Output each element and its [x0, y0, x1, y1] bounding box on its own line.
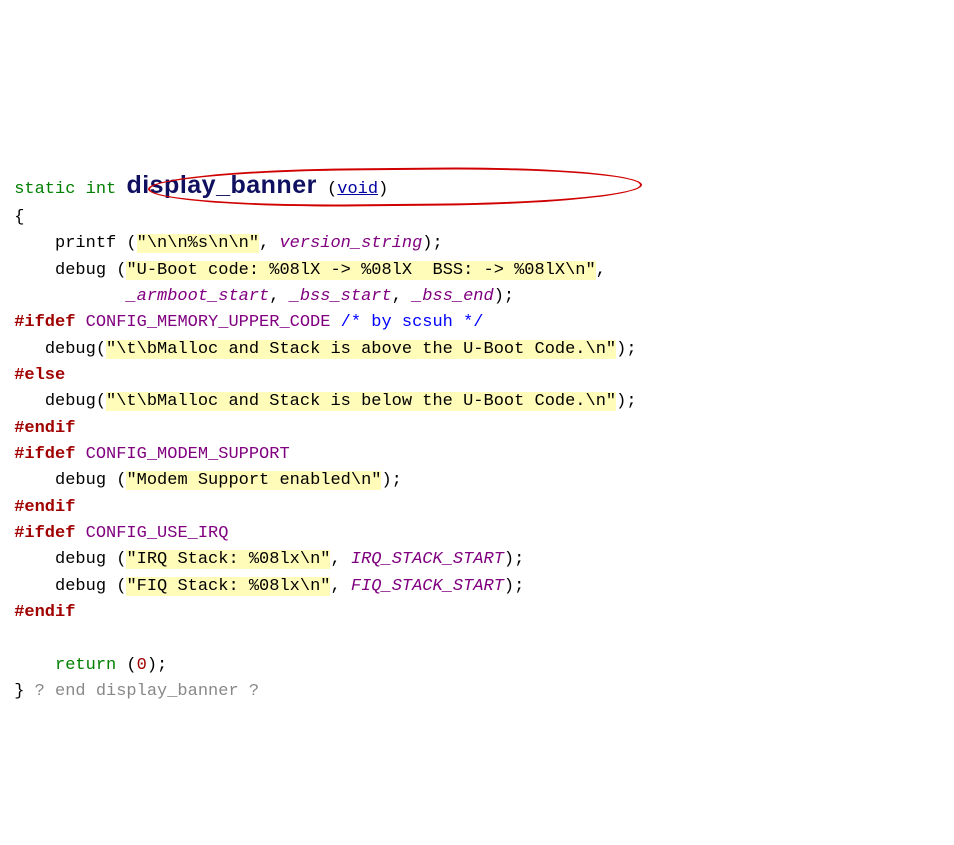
- code-line-1: static int display_banner (void): [4, 180, 388, 199]
- preprocessor-else: #else: [14, 366, 65, 385]
- code-line-5: _armboot_start, _bss_start, _bss_end);: [4, 287, 514, 306]
- brace-open: {: [14, 208, 24, 227]
- code-line-14: #ifdef CONFIG_USE_IRQ: [4, 524, 228, 543]
- string-literal: "Modem Support enabled\n": [126, 471, 381, 490]
- call-debug: debug: [45, 340, 96, 359]
- code-line-4: debug ("U-Boot code: %08lX -> %08lX BSS:…: [4, 261, 606, 280]
- identifier-bss-start: _bss_start: [290, 287, 392, 306]
- call-printf: printf: [55, 234, 116, 253]
- code-line-17: #endif: [4, 603, 75, 622]
- identifier-fiq-stack: FIQ_STACK_START: [351, 577, 504, 596]
- string-literal: "IRQ Stack: %08lx\n": [126, 550, 330, 569]
- call-debug: debug: [45, 392, 96, 411]
- macro-config-irq: CONFIG_USE_IRQ: [86, 524, 229, 543]
- preprocessor-endif: #endif: [14, 498, 75, 517]
- call-debug: debug: [55, 577, 106, 596]
- preprocessor-ifdef: #ifdef: [14, 445, 75, 464]
- string-literal: "U-Boot code: %08lX -> %08lX BSS: -> %08…: [126, 261, 595, 280]
- code-line-7: debug("\t\bMalloc and Stack is above the…: [4, 340, 637, 359]
- code-line-13: #endif: [4, 498, 75, 517]
- keyword-int: int: [86, 180, 117, 199]
- code-line-15: debug ("IRQ Stack: %08lx\n", IRQ_STACK_S…: [4, 550, 524, 569]
- code-line-20: } ? end display_banner ?: [4, 682, 259, 701]
- brace-close: }: [14, 682, 24, 701]
- preprocessor-ifdef: #ifdef: [14, 313, 75, 332]
- identifier-version-string: version_string: [279, 234, 422, 253]
- string-literal: "\n\n%s\n\n": [137, 234, 259, 253]
- code-line-8: #else: [4, 366, 65, 385]
- code-block: static int display_banner (void) { print…: [4, 113, 950, 705]
- code-line-3: printf ("\n\n%s\n\n", version_string);: [4, 234, 443, 253]
- code-line-9: debug("\t\bMalloc and Stack is below the…: [4, 392, 637, 411]
- string-literal: "\t\bMalloc and Stack is above the U-Boo…: [106, 340, 616, 359]
- code-line-6: #ifdef CONFIG_MEMORY_UPPER_CODE /* by sc…: [4, 313, 484, 332]
- code-line-10: #endif: [4, 419, 75, 438]
- function-name: display_banner: [126, 171, 316, 199]
- macro-config-modem: CONFIG_MODEM_SUPPORT: [86, 445, 290, 464]
- code-line-18: [4, 629, 14, 648]
- code-line-12: debug ("Modem Support enabled\n");: [4, 471, 402, 490]
- macro-config-memory: CONFIG_MEMORY_UPPER_CODE: [86, 313, 331, 332]
- keyword-return: return: [55, 656, 116, 675]
- identifier-irq-stack: IRQ_STACK_START: [351, 550, 504, 569]
- code-line-16: debug ("FIQ Stack: %08lx\n", FIQ_STACK_S…: [4, 577, 524, 596]
- number-zero: 0: [137, 656, 147, 675]
- call-debug: debug: [55, 471, 106, 490]
- identifier-armboot-start: _armboot_start: [126, 287, 269, 306]
- preprocessor-ifdef: #ifdef: [14, 524, 75, 543]
- code-line-11: #ifdef CONFIG_MODEM_SUPPORT: [4, 445, 290, 464]
- code-line-19: return (0);: [4, 656, 167, 675]
- string-literal: "FIQ Stack: %08lx\n": [126, 577, 330, 596]
- preprocessor-endif: #endif: [14, 603, 75, 622]
- fold-marker: ? end display_banner ?: [24, 682, 259, 701]
- call-debug: debug: [55, 261, 106, 280]
- keyword-void: void: [337, 180, 378, 199]
- call-debug: debug: [55, 550, 106, 569]
- code-line-2: {: [4, 208, 24, 227]
- preprocessor-endif: #endif: [14, 419, 75, 438]
- comment-scsuh: /* by scsuh */: [330, 313, 483, 332]
- string-literal: "\t\bMalloc and Stack is below the U-Boo…: [106, 392, 616, 411]
- keyword-static: static: [14, 180, 75, 199]
- identifier-bss-end: _bss_end: [412, 287, 494, 306]
